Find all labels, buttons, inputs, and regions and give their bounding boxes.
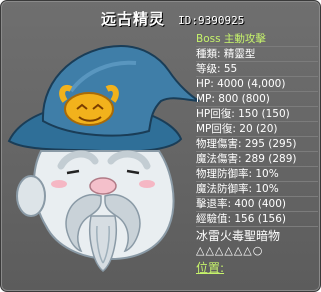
stat-exp: 經驗值: 156 (156) [196,212,318,227]
stat-knockback: 擊退率: 400 (400) [196,197,318,212]
element-affinity-marks: △△△△△△○ [196,244,264,257]
stat-magic-defense-rate: 魔法防御率: 10% [196,182,318,197]
stat-boss-aggressive: Boss 主動攻擊 [196,32,318,47]
stat-physical-defense-rate: 物理防御率: 10% [196,167,318,182]
stat-physical-damage: 物理傷害: 295 (295) [196,137,318,152]
stat-magic-damage: 魔法傷害: 289 (289) [196,152,318,167]
stat-mp: MP: 800 (800) [196,92,318,107]
stats-panel: Boss 主動攻擊 種類: 精靈型 等级: 55 HP: 4000 (4,000… [196,32,318,276]
stat-mp-regen: MP回復: 20 (20) [196,122,318,137]
stat-hp-regen: HP回復: 150 (150) [196,107,318,122]
location-link[interactable]: 位置: [196,261,318,276]
ancient-spirit-mob-sprite [7,44,200,272]
monster-info-card: 远古精灵 ID:9390925 Boss 主動攻擊 種類: 精靈型 等级: 55… [0,0,321,292]
stat-hp: HP: 4000 (4,000) [196,77,318,92]
stat-level: 等级: 55 [196,62,318,77]
stat-type: 種類: 精靈型 [196,47,318,62]
element-names: 冰雷火毒聖暗物 [196,229,281,243]
